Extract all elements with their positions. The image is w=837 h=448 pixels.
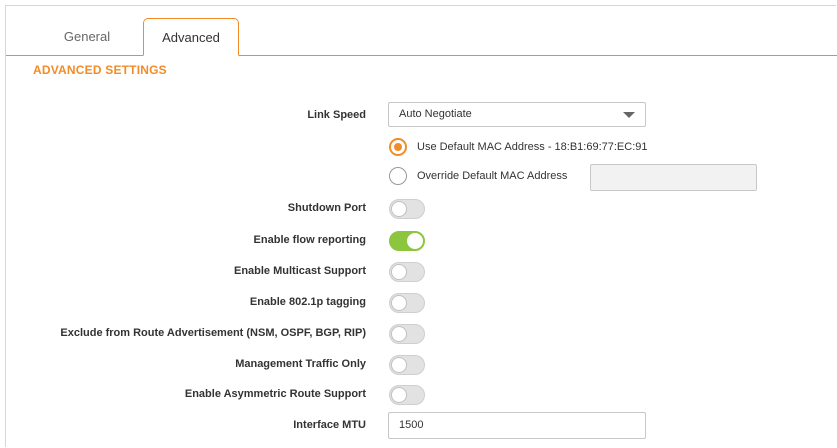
default-mac-radio[interactable] bbox=[389, 138, 407, 156]
tab-advanced[interactable]: Advanced bbox=[143, 18, 239, 56]
override-mac-label: Override Default MAC Address bbox=[417, 170, 568, 182]
toggle-knob bbox=[391, 357, 407, 373]
multicast-label: Enable Multicast Support bbox=[233, 265, 366, 277]
management-traffic-toggle[interactable] bbox=[389, 355, 425, 375]
chevron-down-icon bbox=[623, 112, 635, 118]
toggle-knob bbox=[391, 295, 407, 311]
override-mac-input[interactable] bbox=[590, 164, 757, 191]
toggle-knob bbox=[407, 233, 423, 249]
mtu-input[interactable]: 1500 bbox=[388, 412, 646, 439]
tagging-label: Enable 802.1p tagging bbox=[249, 296, 366, 308]
override-mac-radio[interactable] bbox=[389, 167, 407, 185]
shutdown-port-label: Shutdown Port bbox=[287, 202, 366, 214]
flow-reporting-toggle[interactable] bbox=[389, 231, 425, 251]
toggle-knob bbox=[391, 201, 407, 217]
tab-bar: General Advanced bbox=[6, 6, 837, 56]
management-traffic-label: Management Traffic Only bbox=[235, 358, 366, 370]
link-speed-select[interactable]: Auto Negotiate bbox=[388, 102, 646, 127]
settings-panel: General Advanced ADVANCED SETTINGS Link … bbox=[5, 5, 837, 447]
asymmetric-route-toggle[interactable] bbox=[389, 385, 425, 405]
mtu-label: Interface MTU bbox=[293, 419, 366, 431]
tab-general[interactable]: General bbox=[33, 18, 141, 56]
link-speed-label: Link Speed bbox=[307, 109, 366, 121]
link-speed-value: Auto Negotiate bbox=[399, 108, 472, 120]
default-mac-label: Use Default MAC Address - 18:B1:69:77:EC… bbox=[417, 141, 648, 153]
multicast-toggle[interactable] bbox=[389, 262, 425, 282]
section-title: ADVANCED SETTINGS bbox=[33, 63, 167, 77]
toggle-knob bbox=[391, 387, 407, 403]
route-advertisement-toggle[interactable] bbox=[389, 324, 425, 344]
asymmetric-route-label: Enable Asymmetric Route Support bbox=[184, 388, 366, 400]
toggle-knob bbox=[391, 326, 407, 342]
tagging-toggle[interactable] bbox=[389, 293, 425, 313]
tab-underline bbox=[6, 55, 837, 56]
route-advertisement-label: Exclude from Route Advertisement (NSM, O… bbox=[60, 327, 366, 339]
toggle-knob bbox=[391, 264, 407, 280]
flow-reporting-label: Enable flow reporting bbox=[253, 234, 366, 246]
shutdown-port-toggle[interactable] bbox=[389, 199, 425, 219]
